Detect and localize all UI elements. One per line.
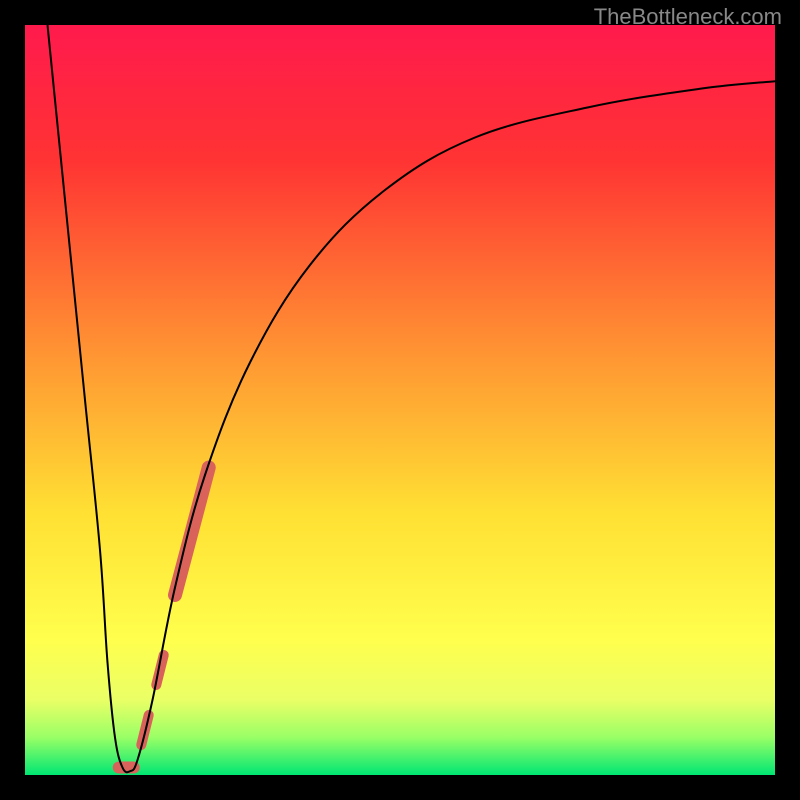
chart-svg bbox=[25, 25, 775, 775]
chart-background bbox=[25, 25, 775, 775]
chart-plot-area bbox=[25, 25, 775, 775]
watermark-label: TheBottleneck.com bbox=[594, 4, 782, 30]
